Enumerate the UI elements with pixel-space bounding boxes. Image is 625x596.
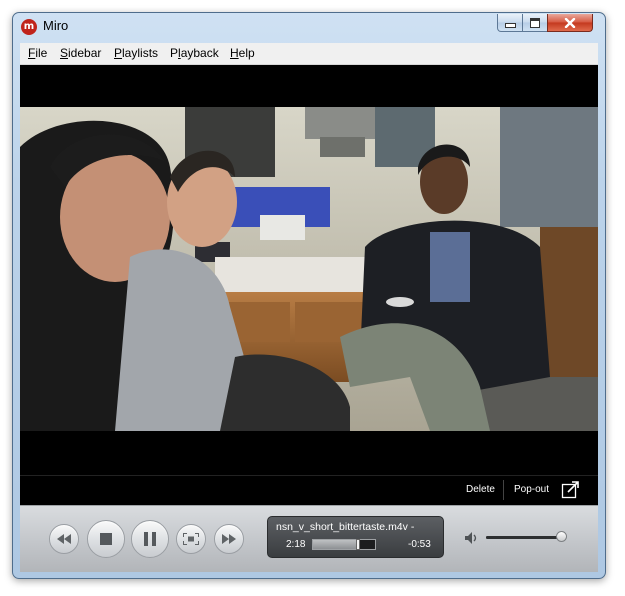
minimize-button[interactable] xyxy=(497,14,523,32)
minimize-icon xyxy=(504,23,516,28)
menu-sidebar[interactable]: Sidebar xyxy=(60,46,101,60)
video-frame[interactable] xyxy=(20,107,598,431)
menu-help-rest: elp xyxy=(238,46,255,60)
rewind-icon xyxy=(57,534,71,544)
popout-link[interactable]: Pop-out xyxy=(514,484,549,495)
menu-playback[interactable]: Playback xyxy=(170,46,219,60)
menu-help[interactable]: Help xyxy=(230,46,255,60)
progress-thumb[interactable] xyxy=(355,539,360,550)
volume-level xyxy=(486,536,562,539)
title-bar: m Miro xyxy=(13,13,605,43)
fast-forward-icon xyxy=(222,534,236,544)
volume-icon[interactable] xyxy=(463,530,479,546)
menu-playback-pre: P xyxy=(170,46,179,60)
fullscreen-icon xyxy=(183,533,199,545)
pause-button[interactable] xyxy=(131,520,169,558)
menu-file[interactable]: File xyxy=(28,46,47,60)
now-playing-display: nsn_v_short_bittertaste.m4v - 2:18 -0:53 xyxy=(267,516,444,558)
remaining-time: -0:53 xyxy=(408,539,431,550)
menu-file-rest: ile xyxy=(35,46,48,60)
video-scene-image xyxy=(20,107,598,431)
divider xyxy=(503,480,504,500)
app-window: m Miro File Sidebar Playlists Playback H… xyxy=(12,12,606,579)
window-title: Miro xyxy=(43,18,69,33)
popout-arrow-icon[interactable] xyxy=(561,479,581,499)
maximize-icon xyxy=(530,17,540,28)
menu-help-mnemonic: H xyxy=(230,46,239,60)
maximize-button[interactable] xyxy=(522,14,548,32)
skip-forward-button[interactable] xyxy=(214,524,244,554)
playback-toolbar: nsn_v_short_bittertaste.m4v - 2:18 -0:53 xyxy=(20,505,598,572)
progress-fill xyxy=(313,540,358,549)
menu-playlists-mnemonic: P xyxy=(114,46,123,60)
volume-slider[interactable] xyxy=(486,531,567,542)
close-button[interactable] xyxy=(547,14,593,32)
menu-playback-rest: ayback xyxy=(180,46,219,60)
now-playing-filename: nsn_v_short_bittertaste.m4v - xyxy=(276,521,415,533)
menu-bar: File Sidebar Playlists Playback Help xyxy=(20,43,598,65)
close-icon xyxy=(564,17,576,28)
volume-thumb[interactable] xyxy=(556,531,567,542)
progress-bar[interactable] xyxy=(312,539,376,550)
skip-back-button[interactable] xyxy=(49,524,79,554)
video-area: Delete Pop-out nsn_v_short_bittertaste.m… xyxy=(20,65,598,572)
pause-icon xyxy=(144,532,156,546)
menu-playlists[interactable]: Playlists xyxy=(114,46,158,60)
stop-button[interactable] xyxy=(87,520,125,558)
video-control-bar: Delete Pop-out xyxy=(20,475,598,505)
stop-icon xyxy=(100,533,112,545)
menu-sidebar-mnemonic: S xyxy=(60,46,69,60)
menu-sidebar-rest: idebar xyxy=(68,46,102,60)
delete-link[interactable]: Delete xyxy=(466,484,495,495)
fullscreen-button[interactable] xyxy=(176,524,206,554)
menu-playlists-rest: laylists xyxy=(122,46,159,60)
miro-logo-icon: m xyxy=(21,19,37,35)
elapsed-time: 2:18 xyxy=(286,539,306,550)
